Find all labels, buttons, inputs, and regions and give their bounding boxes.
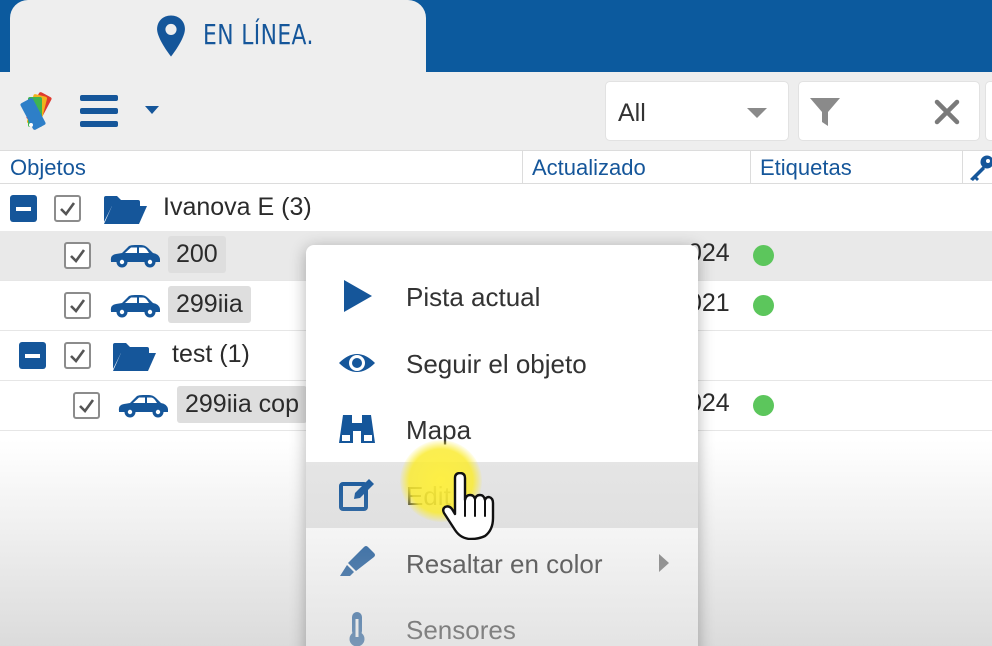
menu-item-current-track[interactable]: Pista actual (306, 263, 698, 329)
tab-online[interactable]: EN LÍNEA. (10, 0, 426, 74)
key-icon (970, 155, 992, 181)
column-tags[interactable]: Etiquetas (750, 151, 960, 184)
status-dot (753, 245, 774, 266)
object-name: 299iia cop (177, 386, 307, 423)
status-dot (753, 295, 774, 316)
play-icon (344, 280, 372, 312)
hand-cursor-icon (442, 472, 495, 540)
column-key[interactable] (962, 151, 992, 184)
menu-item-label: Pista actual (406, 282, 541, 312)
folder-open-icon (113, 343, 156, 371)
submenu-arrow-icon (659, 554, 669, 572)
row-checkbox[interactable] (64, 292, 91, 319)
toolbar-next-control[interactable] (985, 81, 992, 141)
map-pin-icon (157, 15, 185, 57)
filter-input[interactable] (798, 81, 980, 141)
eye-icon (339, 354, 375, 372)
group-label: test (1) (172, 340, 250, 368)
hamburger-menu-icon[interactable] (80, 95, 118, 127)
color-tags-icon[interactable] (18, 89, 64, 135)
row-checkbox[interactable] (54, 195, 81, 222)
collapse-minus-icon[interactable] (19, 342, 46, 369)
object-name: 299iia (168, 286, 251, 323)
row-checkbox[interactable] (64, 342, 91, 369)
binoculars-icon (339, 415, 375, 443)
edit-icon (339, 479, 374, 511)
menu-item-map[interactable]: Mapa (306, 396, 698, 462)
menu-item-label: Seguir el objeto (406, 349, 587, 379)
column-updated[interactable]: Actualizado (522, 151, 750, 184)
check-icon (70, 299, 86, 313)
menu-item-sensors[interactable]: Sensores (306, 596, 698, 646)
tab-online-label: EN LÍNEA. (203, 18, 314, 51)
object-name: 200 (168, 236, 226, 273)
column-tags-label: Etiquetas (760, 155, 852, 180)
menu-item-label: Mapa (406, 415, 472, 445)
check-icon (79, 399, 95, 413)
menu-item-edit[interactable]: Edit (306, 462, 698, 528)
check-icon (60, 202, 76, 216)
menu-item-label: Sensores (406, 615, 516, 645)
car-icon (110, 245, 160, 268)
collapse-minus-icon[interactable] (10, 195, 37, 222)
menu-item-highlight-color[interactable]: Resaltar en color (306, 530, 698, 596)
group-label: Ivanova E (3) (163, 193, 312, 221)
select-value: All (618, 99, 646, 127)
chevron-down-icon (747, 108, 767, 118)
table-header: Objetos Actualizado Etiquetas (0, 150, 992, 184)
row-checkbox[interactable] (73, 392, 100, 419)
menu-item-label: Resaltar en color (406, 549, 603, 579)
tree-group-row[interactable]: Ivanova E (3) (0, 184, 992, 234)
funnel-icon (810, 98, 840, 126)
menu-item-follow-object[interactable]: Seguir el objeto (306, 330, 698, 396)
object-filter-select[interactable]: All (605, 81, 789, 141)
caret-down-icon[interactable] (144, 105, 160, 115)
row-checkbox[interactable] (64, 242, 91, 269)
check-icon (70, 249, 86, 263)
column-objects[interactable]: Objetos (10, 155, 86, 181)
status-dot (753, 395, 774, 416)
close-icon[interactable] (933, 98, 961, 126)
context-menu: Pista actual Seguir el objeto Mapa Edit … (306, 245, 698, 646)
check-icon (70, 349, 86, 363)
car-icon (110, 295, 160, 318)
folder-open-icon (104, 196, 147, 224)
car-icon (118, 395, 168, 418)
marker-icon (340, 546, 375, 576)
thermometer-icon (349, 612, 365, 646)
column-updated-label: Actualizado (532, 155, 646, 180)
toolbar: All (0, 72, 992, 150)
